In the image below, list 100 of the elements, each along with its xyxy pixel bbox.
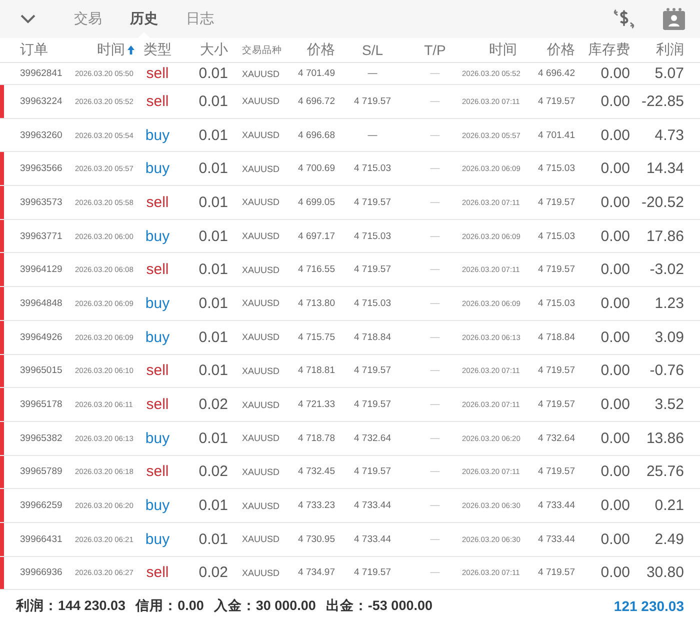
symbol: XAUUSD <box>241 68 281 78</box>
summary-value: 入金：30 000.00 <box>214 596 316 615</box>
stop-loss: 4 715.03 <box>353 163 392 174</box>
collapse-chevron-icon[interactable] <box>20 14 36 24</box>
swap: 0.00 <box>600 194 630 211</box>
summary-value: 利润：144 230.03 <box>16 596 126 615</box>
contact-calendar-icon[interactable] <box>662 7 686 31</box>
close-price: 4 719.57 <box>537 196 575 208</box>
sorted-column-header[interactable]: 时间 <box>70 41 135 59</box>
volume: 0.01 <box>198 194 228 211</box>
stop-loss: 4 719.57 <box>353 567 392 578</box>
swap: 0.00 <box>600 160 630 178</box>
column-header[interactable]: 利润 <box>630 41 684 59</box>
swap: 0.00 <box>600 65 630 82</box>
take-profit: — <box>429 196 441 208</box>
stop-loss: 4 719.57 <box>353 365 392 376</box>
tab[interactable]: 交易 <box>62 0 114 38</box>
symbol: XAUUSD <box>241 568 281 578</box>
order-number: 39965178 <box>20 399 64 410</box>
close-price: 4 733.44 <box>537 534 575 545</box>
open-price: 4 718.78 <box>297 432 335 444</box>
open-price: 4 718.81 <box>297 365 335 376</box>
order-number: 39966259 <box>20 500 64 512</box>
take-profit: — <box>429 534 441 545</box>
swap: 0.00 <box>600 463 630 480</box>
trade-type: buy <box>144 294 171 312</box>
swap: 0.00 <box>600 92 630 110</box>
trade-type: sell <box>145 564 170 582</box>
balance-total: 121 230.03 <box>614 598 684 614</box>
order-number: 39965789 <box>20 466 64 478</box>
profit: -0.76 <box>648 362 684 380</box>
profit: -3.02 <box>648 261 684 278</box>
column-header[interactable]: 时间 <box>460 41 530 59</box>
trade-type: sell <box>145 261 170 278</box>
open-price: 4 701.49 <box>297 68 335 79</box>
volume: 0.01 <box>198 328 228 346</box>
column-header[interactable]: 价格 <box>290 41 335 59</box>
swap: 0.00 <box>600 530 630 548</box>
take-profit: — <box>429 264 441 276</box>
order-number: 39963224 <box>20 96 64 107</box>
take-profit: — <box>429 567 441 578</box>
column-header[interactable]: T/P <box>410 42 460 58</box>
symbol: XAUUSD <box>241 197 281 208</box>
close-price: 4 719.57 <box>537 567 575 578</box>
symbol: XAUUSD <box>241 466 281 477</box>
trade-type: buy <box>144 328 171 346</box>
close-price: 4 701.41 <box>537 130 575 141</box>
volume: 0.01 <box>198 160 228 178</box>
close-price: 4 718.84 <box>537 332 575 343</box>
volume: 0.02 <box>198 463 228 480</box>
take-profit: — <box>429 332 441 343</box>
symbol: XAUUSD <box>241 264 281 275</box>
trade-type: buy <box>144 228 171 245</box>
stop-loss: 4 715.03 <box>353 230 392 242</box>
order-number: 39964129 <box>20 264 64 276</box>
volume: 0.01 <box>198 362 228 380</box>
stop-loss: 4 718.84 <box>353 332 392 343</box>
stop-loss: 4 719.57 <box>353 196 392 208</box>
stop-loss: — <box>366 130 378 141</box>
swap: 0.00 <box>600 396 630 414</box>
currency-exchange-icon[interactable] <box>612 7 636 31</box>
open-price: 4 730.95 <box>297 534 335 545</box>
symbol: XAUUSD <box>241 500 281 511</box>
stop-loss: 4 733.44 <box>353 500 392 512</box>
column-header[interactable]: 大小 <box>180 41 228 59</box>
take-profit: — <box>429 399 441 410</box>
tab[interactable]: 历史 <box>118 0 170 38</box>
order-number: 39963260 <box>20 130 64 141</box>
order-number: 39966936 <box>20 567 64 578</box>
order-number: 39963566 <box>20 163 64 174</box>
volume: 0.01 <box>198 430 228 447</box>
column-header[interactable]: 类型 <box>135 41 180 59</box>
trade-type: sell <box>145 463 170 480</box>
trade-type: buy <box>144 430 171 447</box>
swap: 0.00 <box>600 294 630 312</box>
column-header[interactable]: 库存费 <box>575 41 630 59</box>
take-profit: — <box>429 298 441 309</box>
symbol: XAUUSD <box>241 298 281 308</box>
take-profit: — <box>429 466 441 478</box>
column-header[interactable]: 价格 <box>530 41 575 59</box>
column-header[interactable]: 订单 <box>20 41 70 59</box>
open-price: 4 715.75 <box>297 332 335 343</box>
tab[interactable]: 日志 <box>174 0 226 38</box>
close-price: 4 732.64 <box>537 432 575 444</box>
column-header[interactable]: S/L <box>335 42 410 58</box>
profit: 2.49 <box>654 530 684 548</box>
column-header[interactable]: 交易品种 <box>228 44 290 56</box>
open-price: 4 733.23 <box>297 500 335 512</box>
take-profit: — <box>429 96 441 107</box>
summary-value: 信用：0.00 <box>136 596 204 615</box>
stop-loss: 4 719.57 <box>353 399 392 410</box>
close-price: 4 696.42 <box>537 68 575 79</box>
symbol: XAUUSD <box>241 130 281 140</box>
volume: 0.01 <box>198 126 228 144</box>
order-number: 39964926 <box>20 332 64 343</box>
close-price: 4 719.57 <box>537 365 575 376</box>
swap: 0.00 <box>600 328 630 346</box>
stop-loss: 4 719.57 <box>353 466 392 478</box>
close-price: 4 733.44 <box>537 500 575 512</box>
swap: 0.00 <box>600 497 630 514</box>
